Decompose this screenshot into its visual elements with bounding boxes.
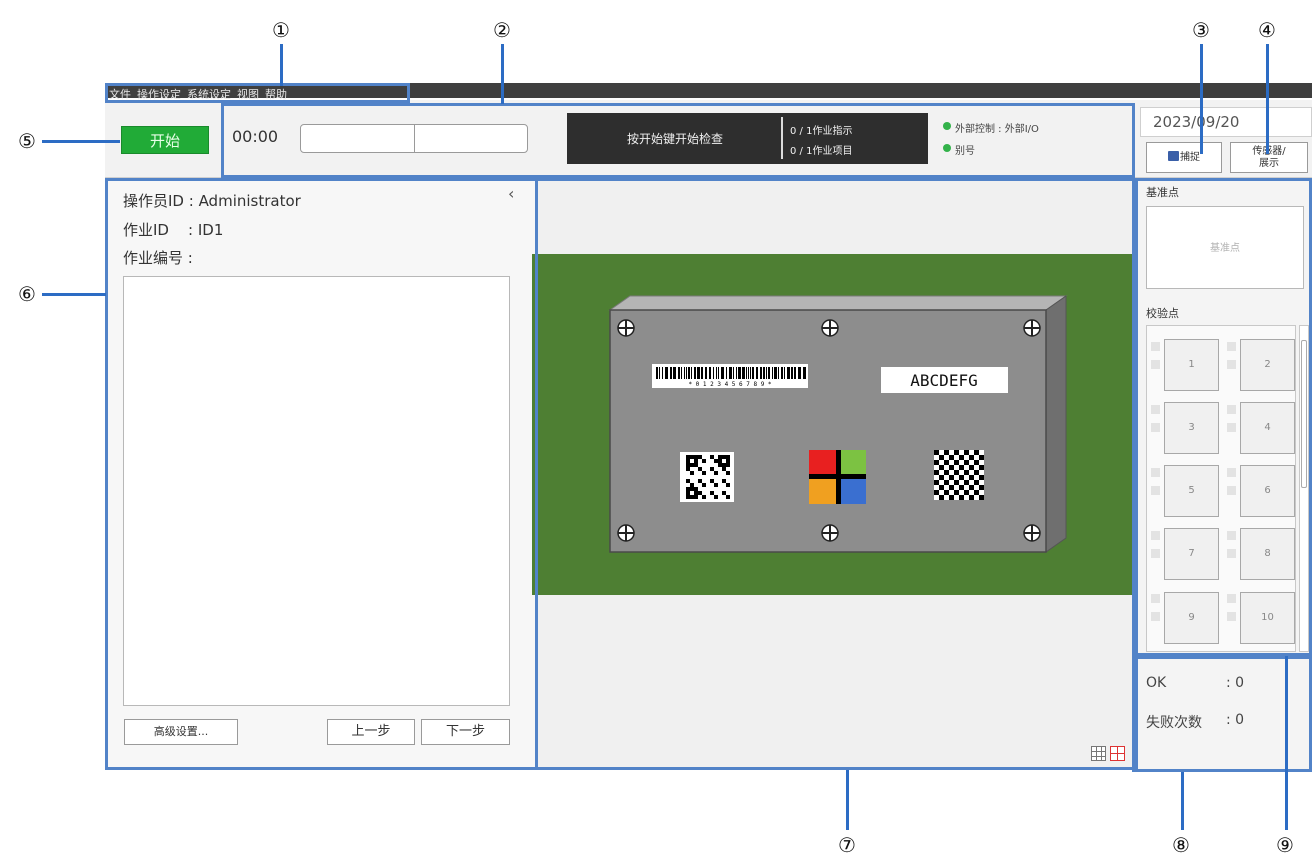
check-point-marker bbox=[1227, 423, 1236, 432]
check-point-6[interactable]: 6 bbox=[1240, 465, 1295, 517]
camera-icon bbox=[1168, 151, 1179, 161]
check-point-marker bbox=[1227, 342, 1236, 351]
check-point-2[interactable]: 2 bbox=[1240, 339, 1295, 391]
check-point-5[interactable]: 5 bbox=[1164, 465, 1219, 517]
check-point-marker bbox=[1227, 549, 1236, 558]
check-point-title: 校验点 bbox=[1146, 307, 1179, 320]
start-button[interactable]: 开始 bbox=[121, 126, 209, 154]
reference-point-box[interactable]: 基准点 bbox=[1146, 206, 1304, 289]
callout-3: ③ bbox=[1192, 18, 1210, 42]
scrollbar-thumb[interactable] bbox=[1301, 340, 1307, 488]
elapsed-timer: 00:00 bbox=[232, 127, 279, 146]
sensor-label-line2: 展示 bbox=[1259, 158, 1279, 169]
check-point-marker bbox=[1151, 423, 1160, 432]
ok-count: : 0 bbox=[1226, 675, 1245, 691]
sensor-display-button[interactable]: 传感器/ 展示 bbox=[1230, 142, 1308, 173]
barcode-digits: * 0 1 2 3 4 5 6 7 8 9 * bbox=[688, 381, 771, 388]
callout-2: ② bbox=[493, 18, 511, 42]
check-point-3[interactable]: 3 bbox=[1164, 402, 1219, 454]
screw-icon bbox=[821, 319, 839, 337]
external-control-indicator-icon bbox=[943, 122, 951, 130]
work-notes-area[interactable] bbox=[123, 276, 510, 706]
reference-point-title: 基准点 bbox=[1146, 186, 1179, 199]
color-target bbox=[809, 450, 866, 504]
external-control-label: 外部控制 : 外部I/O bbox=[955, 124, 1039, 135]
menu-bar: 文件 操作设定 系统设定 视图 帮助 bbox=[105, 83, 1312, 101]
callout-5: ⑤ bbox=[18, 129, 36, 153]
callout-line-4 bbox=[1266, 44, 1269, 154]
text-label: ABCDEFG bbox=[910, 371, 977, 390]
check-point-marker bbox=[1227, 594, 1236, 603]
callout-7: ⑦ bbox=[838, 833, 856, 857]
check-point-marker bbox=[1151, 612, 1160, 621]
inspection-workpiece: * 0 1 2 3 4 5 6 7 8 9 * ABCDEFG bbox=[608, 295, 1068, 553]
check-point-marker bbox=[1227, 468, 1236, 477]
capture-button[interactable]: 捕捉 bbox=[1146, 142, 1222, 173]
next-step-button[interactable]: 下一步 bbox=[421, 719, 510, 745]
check-point-marker bbox=[1227, 486, 1236, 495]
operator-id: 操作员ID : Administrator bbox=[123, 192, 301, 210]
check-point-9[interactable]: 9 bbox=[1164, 592, 1219, 644]
chevron-left-icon[interactable]: ‹ bbox=[508, 184, 514, 203]
datetime-display: 2023/09/20 18:53:39 bbox=[1140, 107, 1312, 159]
progress-divider bbox=[414, 124, 415, 153]
check-point-marker bbox=[1151, 468, 1160, 477]
work-number: 作业编号 : bbox=[123, 249, 193, 267]
check-point-marker bbox=[1227, 612, 1236, 621]
alias-indicator-icon bbox=[943, 144, 951, 152]
item-progress: 0 / 1作业项目 bbox=[790, 146, 853, 157]
check-point-marker bbox=[1151, 342, 1160, 351]
capture-label: 捕捉 bbox=[1180, 152, 1200, 163]
previous-step-button[interactable]: 上一步 bbox=[327, 719, 415, 745]
ok-label: OK bbox=[1146, 675, 1167, 691]
sensor-label-line1: 传感器/ bbox=[1252, 146, 1286, 157]
status-message: 按开始键开始检查 bbox=[627, 132, 724, 146]
callout-1: ① bbox=[272, 18, 290, 42]
screw-icon bbox=[617, 319, 635, 337]
check-point-marker bbox=[1151, 405, 1160, 414]
check-point-10[interactable]: 10 bbox=[1240, 592, 1295, 644]
fail-label: 失败次数 bbox=[1146, 715, 1202, 731]
check-point-marker bbox=[1151, 531, 1160, 540]
callout-line-2 bbox=[501, 44, 504, 104]
instruction-progress: 0 / 1作业指示 bbox=[790, 126, 853, 137]
callout-9: ⑨ bbox=[1276, 833, 1294, 857]
callout-8: ⑧ bbox=[1172, 833, 1190, 857]
crosshair-view-icon[interactable] bbox=[1110, 746, 1125, 761]
callout-line-6 bbox=[42, 293, 106, 296]
callout-6: ⑥ bbox=[18, 282, 36, 306]
screw-icon bbox=[821, 524, 839, 542]
callout-line-9 bbox=[1285, 656, 1288, 830]
check-point-marker bbox=[1227, 360, 1236, 369]
advanced-settings-button[interactable]: 高级设置... bbox=[124, 719, 238, 745]
check-point-marker bbox=[1151, 549, 1160, 558]
screw-icon bbox=[1023, 524, 1041, 542]
work-id: 作业ID : ID1 bbox=[123, 221, 224, 239]
alias-label: 别号 bbox=[955, 146, 975, 157]
check-point-7[interactable]: 7 bbox=[1164, 528, 1219, 580]
callout-line-8 bbox=[1181, 772, 1184, 830]
check-point-4[interactable]: 4 bbox=[1240, 402, 1295, 454]
check-point-1[interactable]: 1 bbox=[1164, 339, 1219, 391]
screw-icon bbox=[617, 524, 635, 542]
status-panel bbox=[567, 113, 928, 164]
check-point-8[interactable]: 8 bbox=[1240, 528, 1295, 580]
check-point-marker bbox=[1151, 360, 1160, 369]
fail-count: : 0 bbox=[1226, 712, 1245, 728]
check-point-marker bbox=[1151, 486, 1160, 495]
screw-icon bbox=[1023, 319, 1041, 337]
callout-line-3 bbox=[1200, 44, 1203, 154]
check-point-marker bbox=[1227, 531, 1236, 540]
callout-line-7 bbox=[846, 770, 849, 830]
callout-4: ④ bbox=[1258, 18, 1276, 42]
check-point-marker bbox=[1227, 405, 1236, 414]
callout-line-1 bbox=[280, 44, 283, 86]
grid-view-icon[interactable] bbox=[1091, 746, 1106, 761]
checkerboard-target bbox=[934, 450, 984, 500]
status-separator bbox=[781, 117, 783, 159]
callout-line-5 bbox=[42, 140, 120, 143]
check-point-marker bbox=[1151, 594, 1160, 603]
